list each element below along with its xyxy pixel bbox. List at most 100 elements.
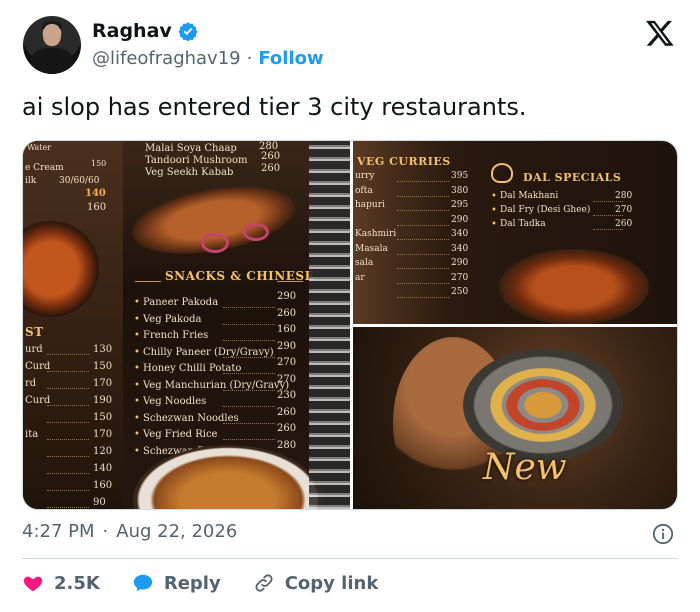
leader-dots [223,439,275,440]
leader-dots [397,253,449,255]
side-price: 120 [93,446,113,457]
menu-price: 260 [261,151,281,162]
bullet-icon: • [134,297,140,308]
dal-name: Dal Tadka [500,219,546,229]
veg-curry-price: 290 [451,258,469,268]
leader-dots [223,323,275,325]
title-rule [135,281,161,282]
info-icon[interactable] [652,523,674,545]
menu-binding-spiral [309,141,350,509]
bullet-icon: • [134,429,140,440]
author-name-row: Raghav [92,20,198,42]
dal-price: 260 [615,219,633,229]
leader-dots [47,388,89,389]
side-price: 170 [93,429,113,440]
veg-curry-price: 340 [451,229,469,239]
like-button[interactable]: 2.5K [22,572,100,594]
leader-dots [593,201,623,202]
snack-price: 270 [277,357,297,368]
leader-dots [223,389,275,391]
snack-price: 270 [277,373,297,385]
bullet-icon: • [134,346,140,358]
veg-curry-name: urry [355,171,375,181]
handle-row: @lifeofraghav19 · Follow [92,48,324,69]
dal-name: Dal Makhani [500,191,559,201]
leader-dots [47,456,89,457]
bullet-icon: • [134,363,140,374]
leader-dots [223,422,275,424]
side-name: ita [25,429,39,440]
bullet-icon: • [134,445,140,457]
author-handle[interactable]: @lifeofraghav19 [92,48,241,69]
onion-ring-image [201,233,229,253]
left-edge-item: Water [27,143,52,152]
side-name: urd [25,344,43,355]
handle-separator: · [246,48,253,69]
veg-curry-price: 290 [451,214,469,225]
verified-badge-icon [178,22,198,41]
copy-link-button[interactable]: Copy link [253,572,379,594]
menu-item: Tandoori Mushroom [145,155,248,166]
side-price: 170 [93,378,113,389]
dal-icon [491,163,513,183]
divider [22,558,678,559]
left-edge-price: 150 [91,159,107,168]
veg-curry-price: 250 [451,287,469,297]
bullet-icon: • [134,313,140,325]
veg-curry-name: sala [355,258,374,268]
leader-dots [47,439,89,440]
copy-link-label: Copy link [284,572,379,594]
menu-price: 260 [261,163,281,174]
side-section-title: ST [25,325,44,339]
avatar-head [43,24,61,46]
onion-ring-image [243,223,269,241]
side-price: 150 [93,412,113,423]
menu-item: Veg Seekh Kabab [145,167,234,178]
leader-dots [397,268,449,269]
leader-dots [223,373,275,374]
author-name[interactable]: Raghav [92,20,172,42]
veg-curry-price: 270 [451,272,469,283]
leader-dots [223,356,275,358]
veg-curry-name: Masala [355,243,388,254]
dal-specials-title: DAL SPECIALS [523,171,622,184]
side-price: 130 [93,344,113,355]
snack-price: 260 [277,406,297,418]
veg-curry-price: 340 [451,243,469,254]
snack-name: Paneer Pakoda [143,297,219,308]
snack-name: Veg Pakoda [143,313,202,325]
snack-price: 260 [277,423,297,434]
dal-name: Dal Fry (Desi Ghee) [500,205,591,215]
leader-dots [397,195,449,197]
side-price: 90 [93,497,106,508]
leader-dots [47,405,89,406]
x-logo-icon[interactable] [645,18,675,48]
dal-bowl-image [499,249,649,324]
leader-dots [397,297,449,298]
media-image-bottom-right[interactable]: New [353,327,677,509]
reply-button[interactable]: Reply [132,572,221,594]
media-grid[interactable]: Water e Cream 150 ilk 30/60/60 140 160 M… [22,140,678,510]
like-count: 2.5K [54,572,100,594]
side-name: rd [25,378,37,389]
bullet-icon: • [134,412,140,424]
leader-dots [593,215,623,216]
left-edge-price: 140 [85,188,106,199]
menu-item: Malai Soya Chaap [145,143,237,154]
avatar[interactable] [23,16,81,74]
follow-button[interactable]: Follow [258,48,323,69]
media-image-top-right[interactable]: VEG CURRIES urry 395 ofta 380 hapuri 295 290 Ka… [353,141,677,324]
leader-dots [223,307,275,308]
timestamp[interactable]: 4:27 PM · Aug 22, 2026 [22,521,237,542]
dal-price: 270 [615,205,633,215]
leader-dots [223,340,275,341]
avatar-body [31,48,73,74]
veg-curry-price: 395 [451,171,469,181]
leader-dots [47,490,89,491]
side-price: 190 [93,395,113,406]
tweet-text: ai slop has entered tier 3 city restaura… [22,93,527,121]
media-image-left[interactable]: Water e Cream 150 ilk 30/60/60 140 160 M… [23,141,350,509]
bullet-icon: • [134,330,140,341]
leader-dots [397,239,449,240]
veg-curries-title: VEG CURRIES [357,155,451,168]
